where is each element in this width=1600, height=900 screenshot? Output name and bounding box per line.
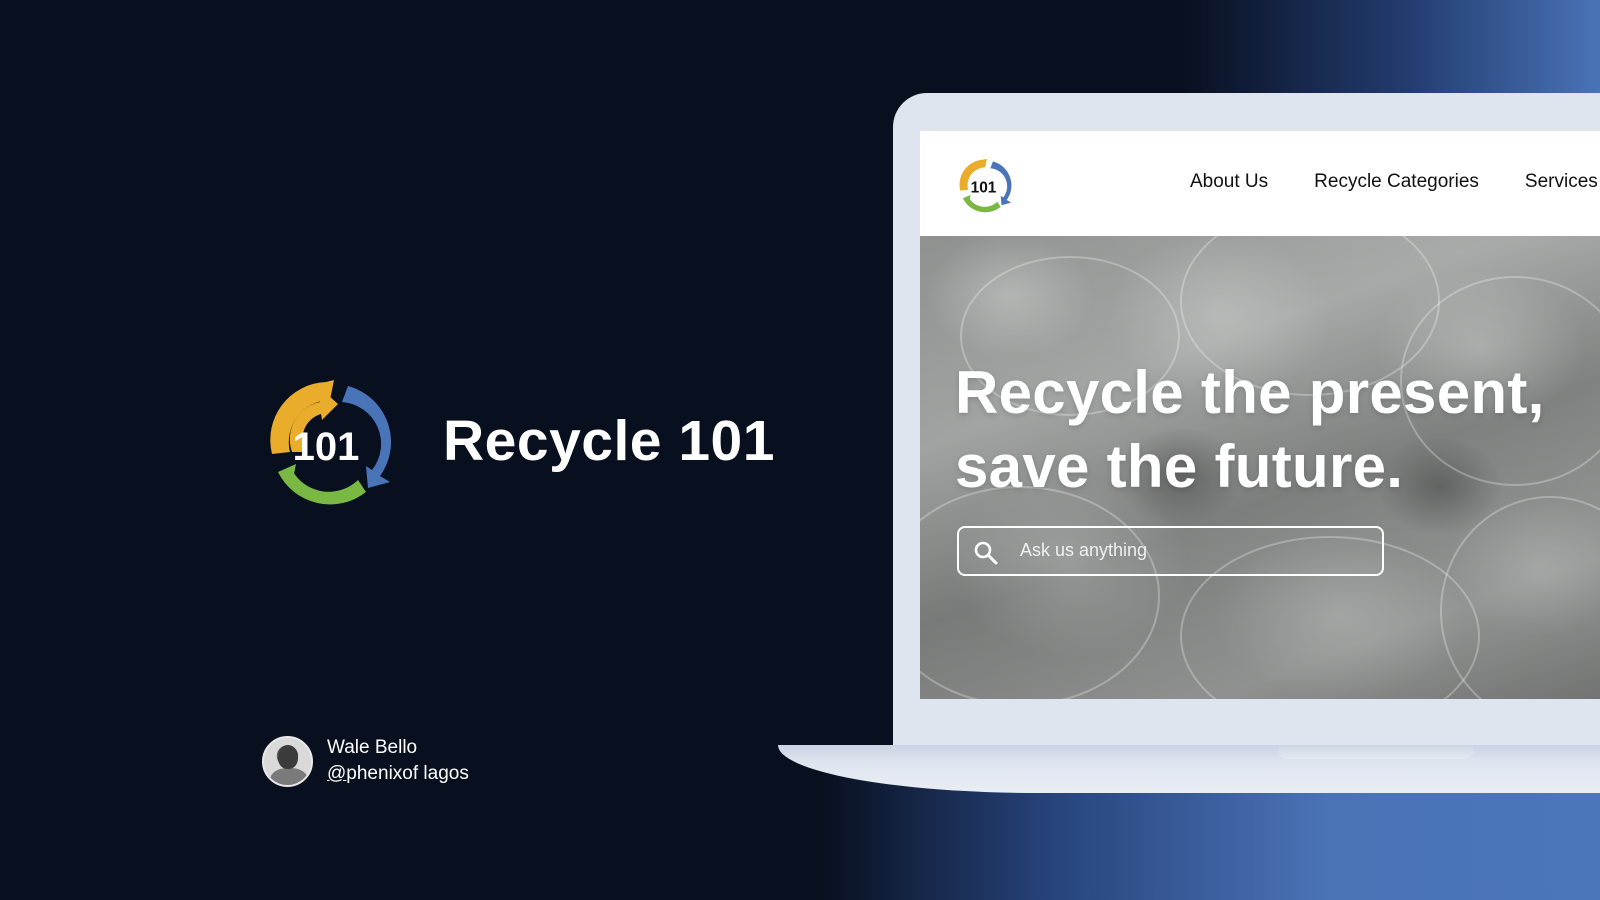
nav-item-services[interactable]: Services	[1525, 171, 1598, 193]
author-block: Wale Bello @phenixof lagos	[262, 735, 469, 787]
search-input[interactable]: Ask us anything	[957, 526, 1384, 576]
recycle-logo-icon: 101	[270, 380, 391, 505]
site-nav: About Us Recycle Categories Services	[1190, 171, 1600, 193]
hero-title: Recycle the present, save the future.	[955, 356, 1545, 504]
laptop-screen: 101 About Us Recycle Categories Services…	[920, 131, 1600, 699]
laptop-base	[778, 745, 1600, 793]
author-handle-text: phenixof lagos	[346, 763, 469, 784]
avatar	[262, 735, 313, 787]
site-logo-icon[interactable]: 101	[956, 155, 1014, 215]
author-handle[interactable]: @phenixof lagos	[327, 761, 469, 787]
author-name: Wale Bello	[327, 737, 418, 758]
brand-block: 101 Recycle 101	[262, 372, 775, 510]
site-header: 101 About Us Recycle Categories Services	[920, 131, 1600, 236]
nav-item-recycle-categories[interactable]: Recycle Categories	[1314, 171, 1479, 193]
hero-title-line-2: save the future.	[955, 433, 1404, 500]
brand-title: Recycle 101	[443, 409, 775, 473]
nav-item-about-us[interactable]: About Us	[1190, 171, 1268, 193]
hero-section: Recycle the present, save the future. As…	[920, 236, 1600, 699]
author-handle-at: @	[327, 763, 347, 784]
site-logo-text: 101	[971, 179, 997, 196]
laptop-notch	[1278, 745, 1474, 759]
brand-logo-text: 101	[293, 425, 360, 469]
search-placeholder: Ask us anything	[1020, 540, 1148, 560]
hero-title-line-1: Recycle the present,	[955, 359, 1545, 426]
search-icon	[974, 541, 998, 565]
